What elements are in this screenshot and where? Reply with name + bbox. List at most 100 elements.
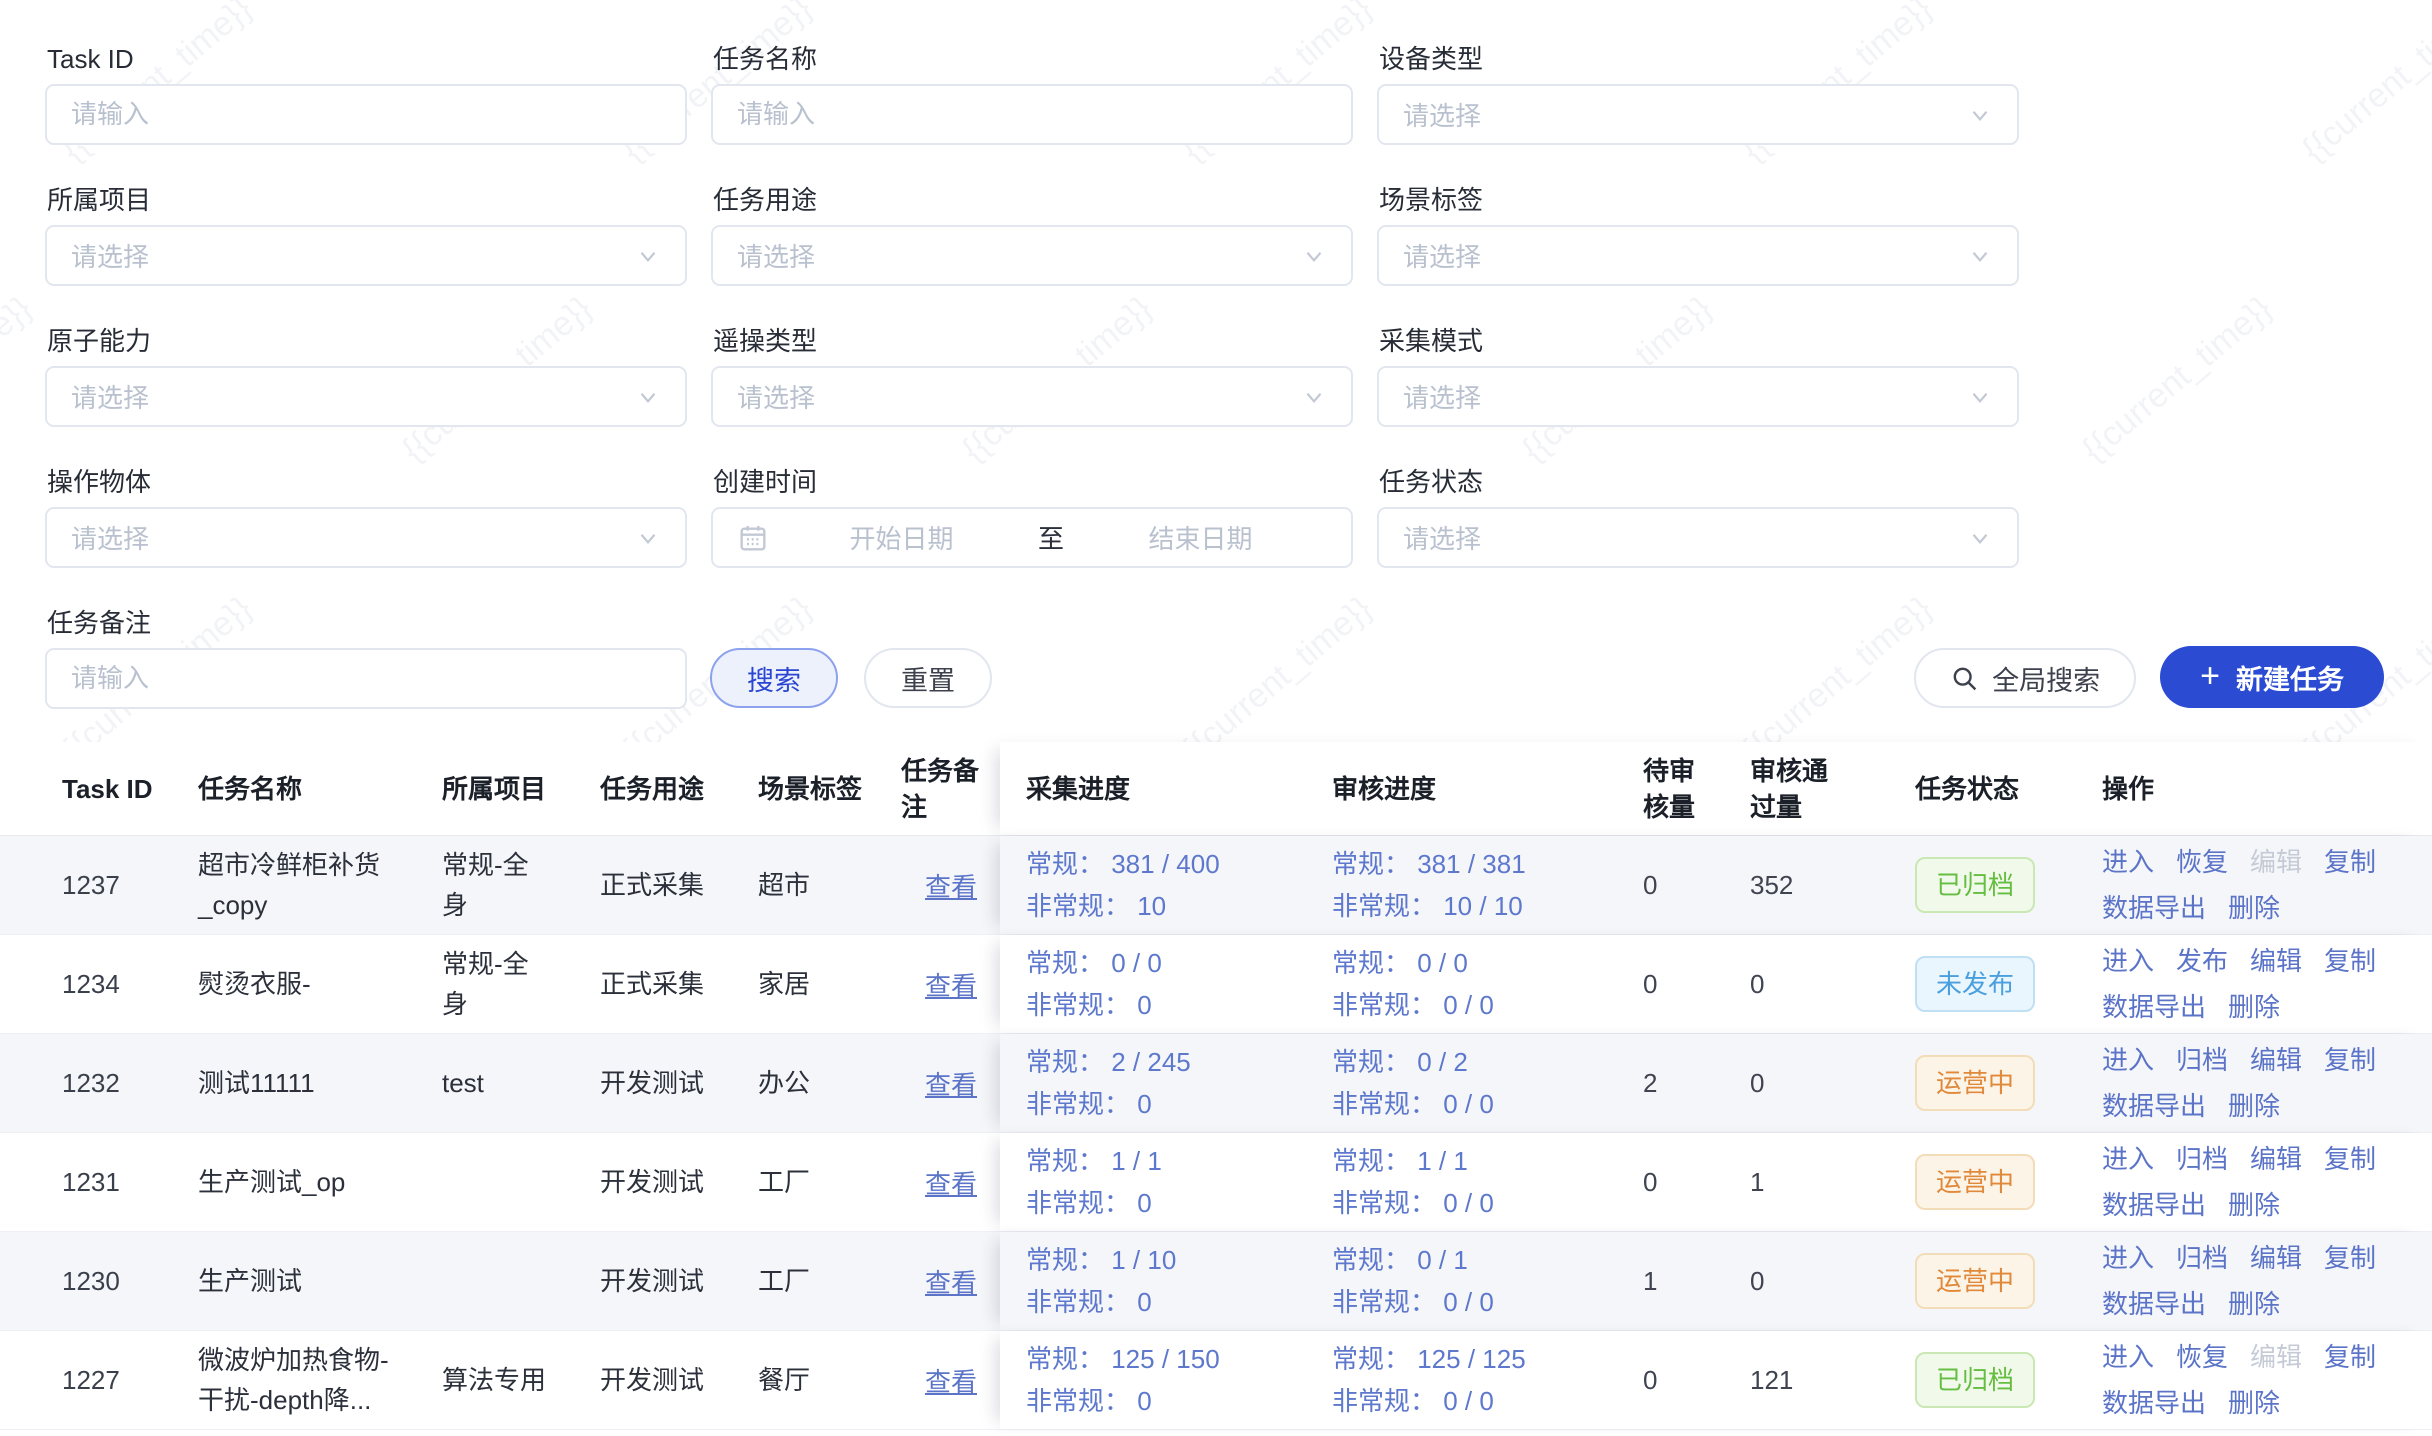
action-link[interactable]: 进入: [2102, 1039, 2154, 1081]
action-link[interactable]: 数据导出: [2102, 1283, 2206, 1325]
cell-actions: 进入恢复编辑复制数据导出删除: [2102, 841, 2432, 929]
progress-regular: 常规： 125 / 125: [1332, 1338, 1643, 1380]
view-remark-link[interactable]: 查看: [925, 1268, 977, 1298]
progress-regular: 常规： 1 / 1: [1026, 1140, 1332, 1182]
action-link[interactable]: 复制: [2324, 1336, 2376, 1378]
cell-review-progress: 常规： 0 / 1非常规： 0 / 0: [1332, 1239, 1643, 1323]
action-link[interactable]: 归档: [2176, 1039, 2228, 1081]
filter-field: 任务用途请选择: [711, 185, 1353, 286]
action-link[interactable]: 编辑: [2250, 1039, 2302, 1081]
cell-review-progress: 常规： 1 / 1非常规： 0 / 0: [1332, 1140, 1643, 1224]
filter-text-input[interactable]: [711, 84, 1353, 145]
cell-collect-progress: 常规： 1 / 10非常规： 0: [1026, 1239, 1332, 1323]
cell-scene: 超市: [758, 865, 901, 905]
action-link[interactable]: 删除: [2228, 1382, 2280, 1424]
action-link[interactable]: 复制: [2324, 1039, 2376, 1081]
action-link[interactable]: 编辑: [2250, 1237, 2302, 1279]
action-link[interactable]: 恢复: [2176, 1336, 2228, 1378]
filter-last-row: 任务备注 搜索 重置 全局搜索 + 新建任务: [45, 608, 2384, 709]
filter-field: 设备类型请选择: [1377, 44, 2019, 145]
view-remark-link[interactable]: 查看: [925, 971, 977, 1001]
action-link[interactable]: 复制: [2324, 940, 2376, 982]
cell-collect-progress: 常规： 381 / 400非常规： 10: [1026, 843, 1332, 927]
status-badge: 运营中: [1915, 1253, 2035, 1309]
filter-text-input[interactable]: [45, 84, 687, 145]
cell-task-id: 1232: [62, 1063, 198, 1103]
cell-review-progress: 常规： 0 / 2非常规： 0 / 0: [1332, 1041, 1643, 1125]
filter-select[interactable]: 请选择: [711, 225, 1353, 286]
action-link[interactable]: 进入: [2102, 1237, 2154, 1279]
chevron-down-icon: [635, 384, 661, 410]
action-link[interactable]: 发布: [2176, 940, 2228, 982]
progress-irregular: 非常规： 0 / 0: [1332, 1182, 1643, 1224]
filter-select[interactable]: 请选择: [45, 225, 687, 286]
col-header-remark: 任务备注: [901, 753, 1000, 825]
date-range-picker[interactable]: 开始日期至结束日期: [711, 507, 1353, 568]
action-link[interactable]: 归档: [2176, 1237, 2228, 1279]
action-link[interactable]: 删除: [2228, 1283, 2280, 1325]
filter-label: 任务用途: [713, 185, 1353, 215]
cell-remark: 查看: [901, 1065, 1000, 1102]
action-link[interactable]: 数据导出: [2102, 986, 2206, 1028]
search-button[interactable]: 搜索: [710, 648, 838, 708]
action-link[interactable]: 归档: [2176, 1138, 2228, 1180]
status-badge: 运营中: [1915, 1154, 2035, 1210]
progress-regular: 常规： 0 / 0: [1332, 942, 1643, 984]
task-remark-input[interactable]: [45, 648, 687, 709]
action-link[interactable]: 删除: [2228, 986, 2280, 1028]
cell-status: 已归档: [1915, 1352, 2102, 1408]
select-placeholder: 请选择: [1403, 378, 1967, 415]
filter-select[interactable]: 请选择: [1377, 225, 2019, 286]
filter-select[interactable]: 请选择: [1377, 366, 2019, 427]
task-filter-form: Task ID任务名称设备类型请选择所属项目请选择任务用途请选择场景标签请选择原…: [0, 0, 2432, 709]
action-link[interactable]: 复制: [2324, 1237, 2376, 1279]
view-remark-link[interactable]: 查看: [925, 1169, 977, 1199]
end-date-placeholder[interactable]: 结束日期: [1074, 519, 1327, 556]
filter-select[interactable]: 请选择: [1377, 84, 2019, 145]
action-link[interactable]: 数据导出: [2102, 1184, 2206, 1226]
select-placeholder: 请选择: [737, 378, 1301, 415]
date-range-separator: 至: [1028, 519, 1074, 556]
action-link[interactable]: 删除: [2228, 1085, 2280, 1127]
chevron-down-icon: [635, 243, 661, 269]
row-left-section: 1237超市冷鲜柜补货_copy常规-全身正式采集超市查看: [0, 836, 1000, 934]
global-search-button[interactable]: 全局搜索: [1914, 648, 2136, 708]
progress-irregular: 非常规： 0: [1026, 1083, 1332, 1125]
reset-button[interactable]: 重置: [864, 648, 992, 708]
status-badge: 已归档: [1915, 1352, 2035, 1408]
cell-pending-count: 0: [1643, 865, 1750, 905]
col-header-project: 所属项目: [442, 771, 600, 807]
action-link[interactable]: 数据导出: [2102, 1382, 2206, 1424]
action-link[interactable]: 编辑: [2250, 1138, 2302, 1180]
action-link[interactable]: 数据导出: [2102, 887, 2206, 929]
select-placeholder: 请选择: [71, 237, 635, 274]
col-header-status: 任务状态: [1915, 771, 2102, 807]
view-remark-link[interactable]: 查看: [925, 1070, 977, 1100]
action-link[interactable]: 进入: [2102, 1138, 2154, 1180]
filter-select[interactable]: 请选择: [45, 507, 687, 568]
filter-label: 任务状态: [1379, 467, 2019, 497]
action-link[interactable]: 进入: [2102, 1336, 2154, 1378]
action-link[interactable]: 删除: [2228, 887, 2280, 929]
cell-scene: 办公: [758, 1063, 901, 1103]
filter-select[interactable]: 请选择: [1377, 507, 2019, 568]
action-link[interactable]: 删除: [2228, 1184, 2280, 1226]
action-link[interactable]: 复制: [2324, 841, 2376, 883]
row-fixed-section: 常规： 381 / 400非常规： 10常规： 381 / 381非常规： 10…: [1000, 836, 2432, 934]
view-remark-link[interactable]: 查看: [925, 1367, 977, 1397]
action-link[interactable]: 恢复: [2176, 841, 2228, 883]
cell-task-id: 1230: [62, 1261, 198, 1301]
filter-select[interactable]: 请选择: [45, 366, 687, 427]
chevron-down-icon: [1301, 243, 1327, 269]
action-link[interactable]: 进入: [2102, 841, 2154, 883]
action-link[interactable]: 编辑: [2250, 940, 2302, 982]
global-search-label: 全局搜索: [1992, 659, 2100, 698]
select-placeholder: 请选择: [1403, 519, 1967, 556]
view-remark-link[interactable]: 查看: [925, 872, 977, 902]
new-task-button[interactable]: + 新建任务: [2160, 646, 2384, 708]
action-link[interactable]: 进入: [2102, 940, 2154, 982]
action-link[interactable]: 数据导出: [2102, 1085, 2206, 1127]
filter-select[interactable]: 请选择: [711, 366, 1353, 427]
action-link[interactable]: 复制: [2324, 1138, 2376, 1180]
start-date-placeholder[interactable]: 开始日期: [775, 519, 1028, 556]
